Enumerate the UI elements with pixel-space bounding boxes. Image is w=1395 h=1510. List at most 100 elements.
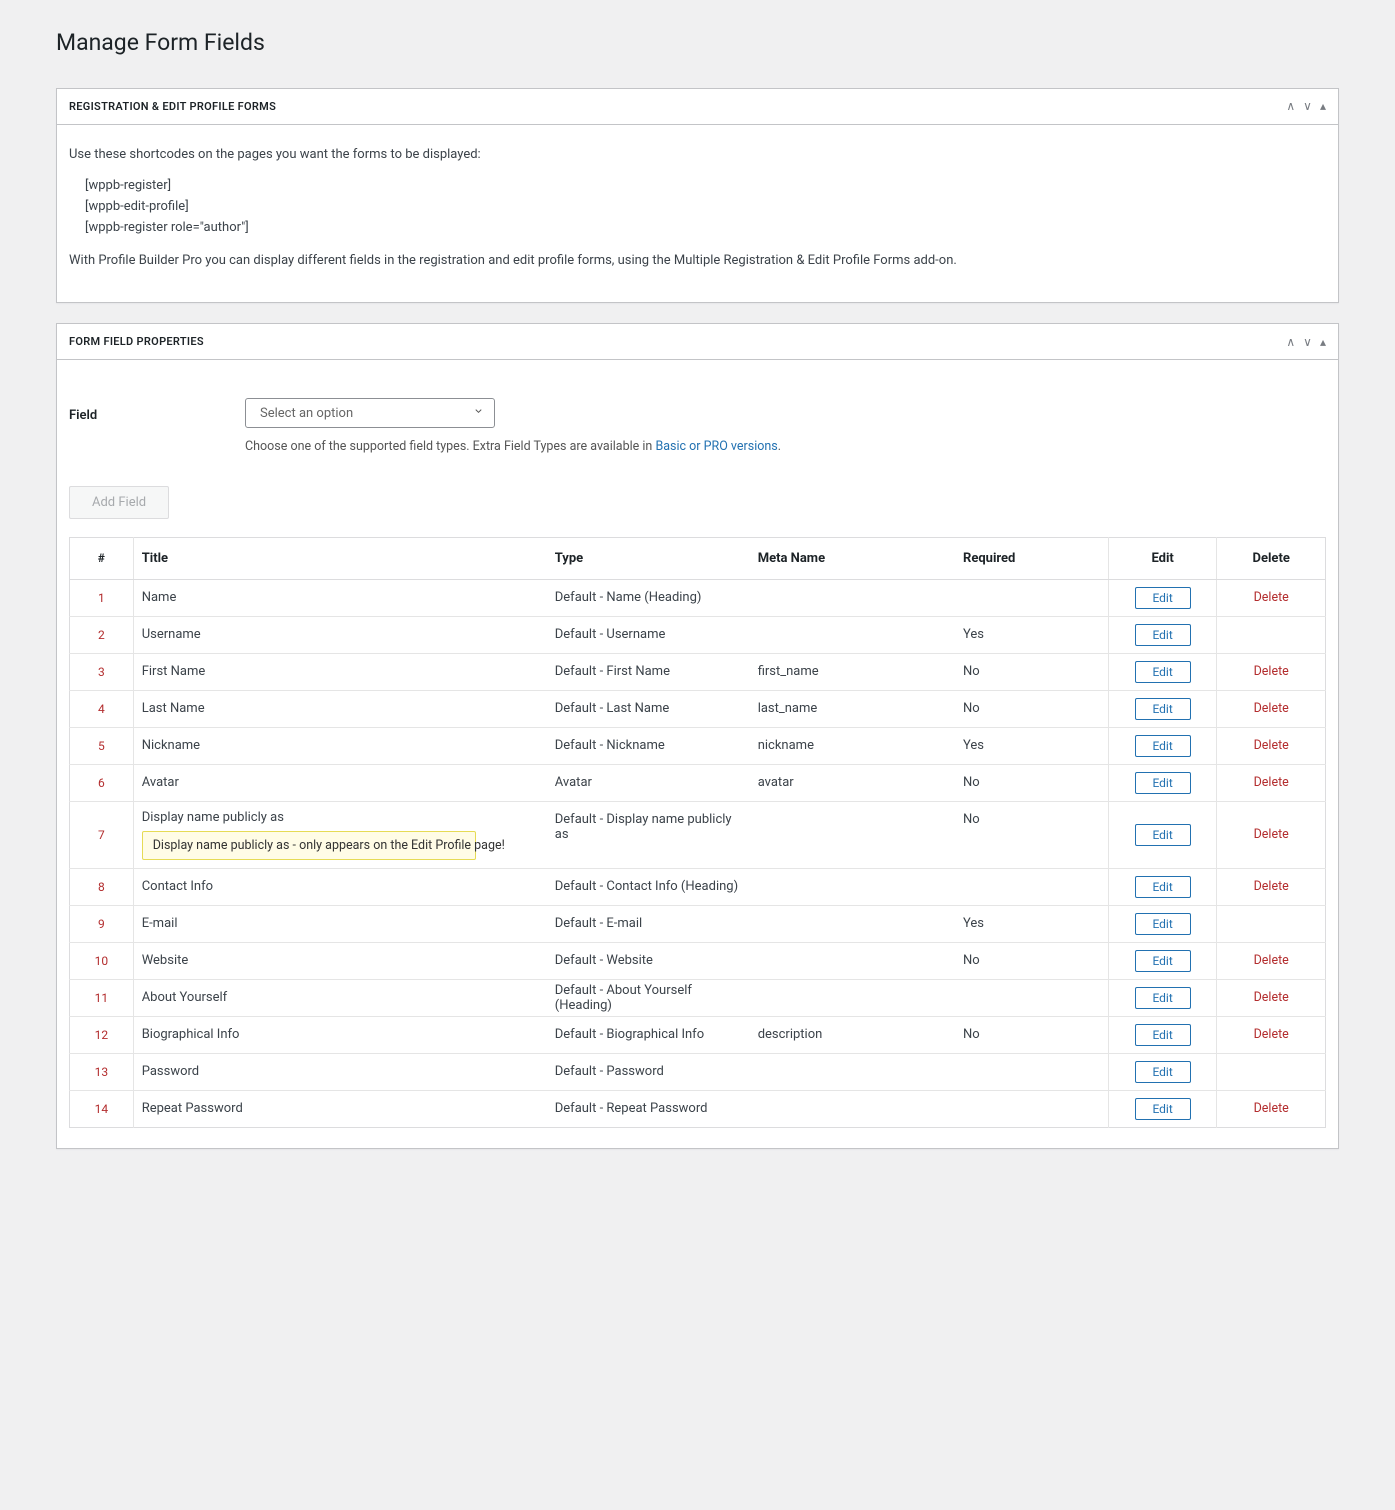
row-meta-name: [750, 616, 955, 653]
edit-button[interactable]: Edit: [1135, 661, 1191, 683]
edit-button[interactable]: Edit: [1135, 876, 1191, 898]
table-row: 14Repeat PasswordDefault - Repeat Passwo…: [70, 1090, 1326, 1127]
edit-button[interactable]: Edit: [1135, 987, 1191, 1009]
table-row: 9E-mailDefault - E-mailYesEdit: [70, 905, 1326, 942]
row-type: Default - First Name: [547, 653, 750, 690]
row-title: Display name publicly asDisplay name pub…: [133, 801, 547, 868]
row-delete-cell: Delete: [1217, 868, 1326, 905]
field-type-select[interactable]: Select an option: [245, 398, 495, 428]
row-number: 12: [70, 1016, 134, 1053]
edit-button[interactable]: Edit: [1135, 624, 1191, 646]
delete-link[interactable]: Delete: [1254, 701, 1289, 716]
col-header-num: #: [70, 537, 134, 579]
edit-button[interactable]: Edit: [1135, 587, 1191, 609]
row-meta-name: [750, 579, 955, 616]
row-meta-name: first_name: [750, 653, 955, 690]
delete-link[interactable]: Delete: [1254, 827, 1289, 842]
row-edit-cell: Edit: [1108, 942, 1217, 979]
row-meta-name: [750, 1090, 955, 1127]
row-edit-cell: Edit: [1108, 727, 1217, 764]
pro-versions-link[interactable]: Basic or PRO versions: [655, 439, 777, 454]
row-edit-cell: Edit: [1108, 764, 1217, 801]
row-type: Default - Contact Info (Heading): [547, 868, 750, 905]
col-header-type: Type: [547, 537, 750, 579]
row-delete-cell: Delete: [1217, 579, 1326, 616]
edit-button[interactable]: Edit: [1135, 698, 1191, 720]
row-delete-cell: [1217, 616, 1326, 653]
add-field-button[interactable]: Add Field: [69, 486, 169, 519]
row-required: [955, 1053, 1108, 1090]
row-number: 7: [70, 801, 134, 868]
row-note: Display name publicly as - only appears …: [142, 831, 476, 860]
row-required: Yes: [955, 616, 1108, 653]
row-meta-name: [750, 979, 955, 1016]
row-meta-name: description: [750, 1016, 955, 1053]
delete-link[interactable]: Delete: [1254, 590, 1289, 605]
col-header-edit: Edit: [1108, 537, 1217, 579]
delete-link[interactable]: Delete: [1254, 953, 1289, 968]
table-row: 13PasswordDefault - PasswordEdit: [70, 1053, 1326, 1090]
edit-button[interactable]: Edit: [1135, 1024, 1191, 1046]
panel-registration-forms: REGISTRATION & EDIT PROFILE FORMS ∧ ∨ ▴ …: [56, 88, 1339, 303]
edit-button[interactable]: Edit: [1135, 950, 1191, 972]
table-row: 2UsernameDefault - UsernameYesEdit: [70, 616, 1326, 653]
field-label: Field: [69, 398, 245, 423]
edit-button[interactable]: Edit: [1135, 824, 1191, 846]
row-meta-name: [750, 905, 955, 942]
move-down-icon[interactable]: ∨: [1303, 336, 1312, 348]
row-required: Yes: [955, 727, 1108, 764]
row-number: 5: [70, 727, 134, 764]
table-row: 4Last NameDefault - Last Namelast_nameNo…: [70, 690, 1326, 727]
row-number: 1: [70, 579, 134, 616]
edit-button[interactable]: Edit: [1135, 1098, 1191, 1120]
row-edit-cell: Edit: [1108, 653, 1217, 690]
chevron-down-icon: [473, 406, 484, 421]
edit-button[interactable]: Edit: [1135, 735, 1191, 757]
row-title: Repeat Password: [133, 1090, 547, 1127]
delete-link[interactable]: Delete: [1254, 1027, 1289, 1042]
row-title: Last Name: [133, 690, 547, 727]
collapse-icon[interactable]: ▴: [1320, 100, 1326, 112]
row-number: 14: [70, 1090, 134, 1127]
row-type: Default - Biographical Info: [547, 1016, 750, 1053]
row-delete-cell: [1217, 905, 1326, 942]
move-up-icon[interactable]: ∧: [1286, 336, 1295, 348]
collapse-icon[interactable]: ▴: [1320, 336, 1326, 348]
table-row: 8Contact InfoDefault - Contact Info (Hea…: [70, 868, 1326, 905]
row-delete-cell: Delete: [1217, 690, 1326, 727]
row-type: Default - Password: [547, 1053, 750, 1090]
row-edit-cell: Edit: [1108, 801, 1217, 868]
delete-link[interactable]: Delete: [1254, 1101, 1289, 1116]
row-title: Password: [133, 1053, 547, 1090]
row-edit-cell: Edit: [1108, 1016, 1217, 1053]
row-title: Contact Info: [133, 868, 547, 905]
row-meta-name: [750, 942, 955, 979]
row-required: [955, 979, 1108, 1016]
delete-link[interactable]: Delete: [1254, 664, 1289, 679]
row-edit-cell: Edit: [1108, 616, 1217, 653]
table-row: 3First NameDefault - First Namefirst_nam…: [70, 653, 1326, 690]
panel-form-field-properties: FORM FIELD PROPERTIES ∧ ∨ ▴ Field Select…: [56, 323, 1339, 1149]
delete-link[interactable]: Delete: [1254, 879, 1289, 894]
row-title: Nickname: [133, 727, 547, 764]
row-title: About Yourself: [133, 979, 547, 1016]
move-down-icon[interactable]: ∨: [1303, 100, 1312, 112]
edit-button[interactable]: Edit: [1135, 772, 1191, 794]
shortcodes-list: [wppb-register] [wppb-edit-profile] [wpp…: [69, 176, 1326, 238]
edit-button[interactable]: Edit: [1135, 913, 1191, 935]
row-required: No: [955, 764, 1108, 801]
field-help-text: Choose one of the supported field types.…: [245, 438, 1326, 456]
panel-footer-note: With Profile Builder Pro you can display…: [69, 251, 1326, 271]
select-placeholder: Select an option: [260, 406, 353, 421]
table-row: 10WebsiteDefault - WebsiteNoEditDelete: [70, 942, 1326, 979]
delete-link[interactable]: Delete: [1254, 775, 1289, 790]
row-number: 4: [70, 690, 134, 727]
row-meta-name: avatar: [750, 764, 955, 801]
col-header-delete: Delete: [1217, 537, 1326, 579]
delete-link[interactable]: Delete: [1254, 738, 1289, 753]
col-header-required: Required: [955, 537, 1108, 579]
move-up-icon[interactable]: ∧: [1286, 100, 1295, 112]
row-title: Name: [133, 579, 547, 616]
edit-button[interactable]: Edit: [1135, 1061, 1191, 1083]
delete-link[interactable]: Delete: [1254, 990, 1289, 1005]
